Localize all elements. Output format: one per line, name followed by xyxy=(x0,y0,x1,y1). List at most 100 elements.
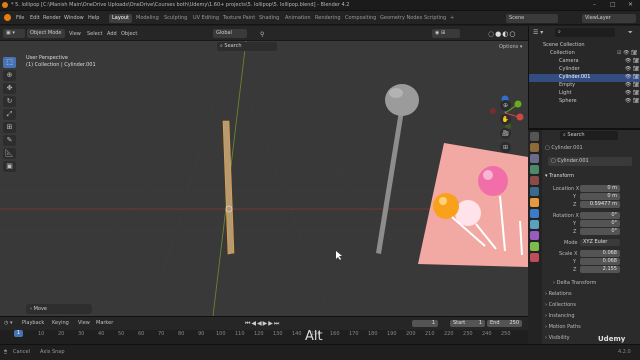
constraints-tab-icon[interactable] xyxy=(530,231,539,240)
scale-icon[interactable]: ⤢ xyxy=(3,109,16,120)
playback-controls[interactable]: ⏮◀◀▶▶⏭ xyxy=(245,320,280,328)
workspace-tab-texture-paint[interactable]: Texture Paint xyxy=(220,14,258,23)
viewport-menu-select[interactable]: Select xyxy=(87,31,102,37)
viewport-menu-object[interactable]: Object xyxy=(121,31,137,37)
current-frame-field[interactable]: 1 xyxy=(412,320,438,327)
last-operator-panel[interactable]: › Move xyxy=(26,304,92,314)
motion-paths-section[interactable]: › Motion Paths xyxy=(545,324,581,330)
rotation-z-field[interactable]: 0° xyxy=(580,228,620,235)
workspace-tab-shading[interactable]: Shading xyxy=(256,14,282,23)
rotate-icon[interactable]: ↻ xyxy=(3,96,16,107)
shading-mode-icons[interactable]: ◌●◐○ xyxy=(488,30,516,38)
workspace-tab-sculpting[interactable]: Sculpting xyxy=(161,14,190,23)
timeline-menu-marker[interactable]: Marker xyxy=(96,320,113,326)
add-workspace-icon[interactable]: + xyxy=(450,15,454,21)
rotation-x-field[interactable]: 0° xyxy=(580,212,620,219)
world-tab-icon[interactable] xyxy=(530,187,539,196)
location-z-field[interactable]: 0.59477 m xyxy=(580,201,620,208)
outliner-row-empty[interactable]: Empty 👁︎ 📷︎ xyxy=(529,82,640,90)
options-dropdown[interactable]: Options ▾ xyxy=(499,44,522,50)
cursor-icon[interactable]: ⊕ xyxy=(3,70,16,81)
scene-tab-icon[interactable] xyxy=(530,176,539,185)
timeline-editor-icon[interactable]: ◷ ▾ xyxy=(4,320,12,326)
rotation-y-field[interactable]: 0° xyxy=(580,220,620,227)
workspace-tab-animation[interactable]: Animation xyxy=(282,14,314,23)
zoom-icon[interactable]: ⊕ xyxy=(500,100,511,111)
workspace-tab-uv-editing[interactable]: UV Editing xyxy=(190,14,222,23)
menu-render[interactable]: Render xyxy=(43,15,61,21)
tool-tab-icon[interactable] xyxy=(530,132,539,141)
outliner-row-scene-collection[interactable]: Scene Collection xyxy=(529,42,640,50)
outliner-row-cylinder-001[interactable]: Cylinder.001 👁︎ 📷︎ xyxy=(529,74,640,82)
visibility-section[interactable]: › Visibility xyxy=(545,335,570,341)
data-tab-icon[interactable] xyxy=(530,242,539,251)
material-tab-icon[interactable] xyxy=(530,253,539,262)
outliner-row-light[interactable]: Light 👁︎ 📷︎ xyxy=(529,90,640,98)
properties-search-input[interactable]: ⌕ Search xyxy=(560,131,618,140)
viewport-search-input[interactable]: ⌕ Search xyxy=(217,42,277,51)
collections-section[interactable]: › Collections xyxy=(545,302,576,308)
filter-icon[interactable]: ⏷ xyxy=(628,29,633,37)
location-x-field[interactable]: 0 m xyxy=(580,185,620,192)
object-name-field[interactable]: ▢ Cylinder.001 xyxy=(548,157,632,166)
rotation-mode-dropdown[interactable]: XYZ Euler xyxy=(580,239,620,246)
output-tab-icon[interactable] xyxy=(530,154,539,163)
pan-hand-icon[interactable]: ✋ xyxy=(500,114,511,125)
transform-icon[interactable]: ⊞ xyxy=(3,122,16,133)
add-cube-icon[interactable]: ▣ xyxy=(3,161,16,172)
workspace-tab-scripting[interactable]: Scripting xyxy=(421,14,449,23)
start-frame-field[interactable]: Start 1 xyxy=(450,320,485,327)
location-y-field[interactable]: 0 m xyxy=(580,193,620,200)
perspective-toggle-icon[interactable]: ⊞ xyxy=(500,142,511,153)
workspace-tab-modeling[interactable]: Modeling xyxy=(133,14,162,23)
instancing-section[interactable]: › Instancing xyxy=(545,313,575,319)
physics-tab-icon[interactable] xyxy=(530,220,539,229)
transform-orientation-dropdown[interactable]: Global xyxy=(213,29,247,38)
delta-transform-section[interactable]: › Delta Transform xyxy=(553,280,596,286)
scale-z-field[interactable]: 2.155 xyxy=(580,266,620,273)
editor-type-button[interactable]: ▣ ▾ xyxy=(3,29,25,38)
relations-section[interactable]: › Relations xyxy=(545,291,572,297)
close-icon[interactable]: ✕ xyxy=(628,1,633,8)
scale-x-field[interactable]: 0.068 xyxy=(580,250,620,257)
menu-edit[interactable]: Edit xyxy=(30,15,40,21)
3d-viewport[interactable]: User Perspective (1) Collection | Cylind… xyxy=(0,41,528,316)
modifiers-tab-icon[interactable] xyxy=(530,209,539,218)
menu-help[interactable]: Help xyxy=(88,15,99,21)
maximize-icon[interactable]: □ xyxy=(610,1,616,8)
outliner-editor-icon[interactable]: ☰ ▾ xyxy=(533,29,543,36)
minimize-icon[interactable]: – xyxy=(593,1,596,8)
outliner-row-camera[interactable]: Camera 👁︎ 📷︎ xyxy=(529,58,640,66)
mode-dropdown[interactable]: Object Mode xyxy=(27,29,65,38)
view-layer-tab-icon[interactable] xyxy=(530,165,539,174)
object-tab-icon[interactable] xyxy=(530,198,539,207)
end-frame-field[interactable]: End 250 xyxy=(487,320,522,327)
menu-file[interactable]: File xyxy=(16,15,24,21)
workspace-tab-compositing[interactable]: Compositing xyxy=(342,14,379,23)
outliner-search-input[interactable]: ⌕ xyxy=(555,28,615,37)
playhead[interactable]: 1 xyxy=(14,330,23,337)
camera-view-icon[interactable]: 🎥︎ xyxy=(500,128,511,139)
scale-y-field[interactable]: 0.068 xyxy=(580,258,620,265)
annotate-icon[interactable]: ✎ xyxy=(3,135,16,146)
snap-icon[interactable]: ⚲ xyxy=(260,31,264,38)
move-icon[interactable]: ✥ xyxy=(3,83,16,94)
workspace-tab-rendering[interactable]: Rendering xyxy=(312,14,344,23)
outliner-row-sphere[interactable]: Sphere 👁︎ 📷︎ xyxy=(529,98,640,106)
menu-window[interactable]: Window xyxy=(64,15,84,21)
scene-selector[interactable]: Scene xyxy=(506,14,558,23)
workspace-tab-layout[interactable]: Layout xyxy=(109,14,132,23)
workspace-tab-geometry-nodes[interactable]: Geometry Nodes xyxy=(377,14,425,23)
outliner-row-cylinder[interactable]: Cylinder 👁︎ 📷︎ xyxy=(529,66,640,74)
render-tab-icon[interactable] xyxy=(530,143,539,152)
transform-section-header[interactable]: ▾ Transform xyxy=(545,173,574,179)
timeline-editor[interactable]: ◷ ▾ Playback Keying View Marker ⏮◀◀▶▶⏭ 1… xyxy=(0,316,528,345)
outliner-row-collection[interactable]: Collection ☑ 👁︎ 📷︎ xyxy=(529,50,640,58)
timeline-menu-keying[interactable]: Keying xyxy=(52,320,69,326)
timeline-menu-view[interactable]: View xyxy=(78,320,90,326)
timeline-menu-playback[interactable]: Playback xyxy=(22,320,44,326)
view-layer-selector[interactable]: ViewLayer xyxy=(582,14,636,23)
viewport-menu-view[interactable]: View xyxy=(69,31,81,37)
viewport-toggles[interactable]: ◉ ⊞ xyxy=(432,29,460,38)
blender-menu-icon[interactable] xyxy=(4,14,11,21)
